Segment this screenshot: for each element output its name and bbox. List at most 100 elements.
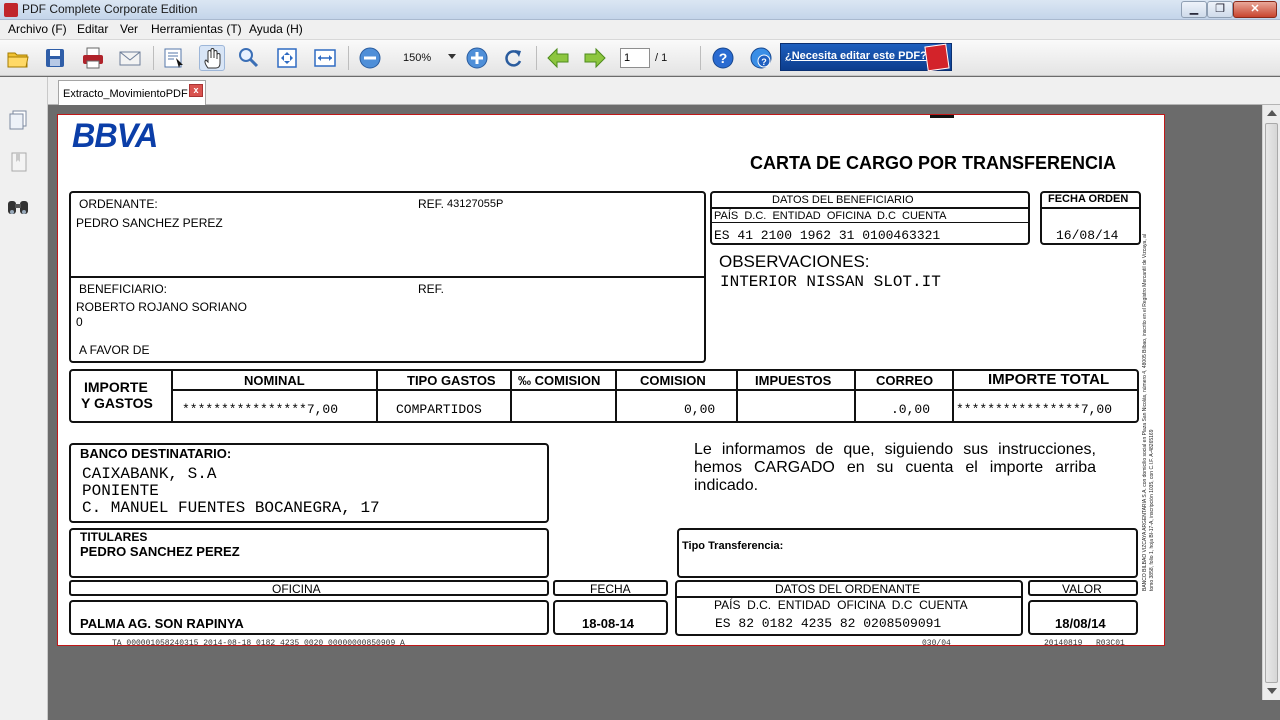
- page-mark: [930, 115, 954, 118]
- tipo-transferencia-label: Tipo Transferencia:: [682, 540, 784, 552]
- a-favor-de: A FAVOR DE: [79, 343, 150, 357]
- email-icon[interactable]: [117, 45, 143, 71]
- banco-label: BANCO DESTINATARIO:: [80, 446, 232, 461]
- col-permil-comision: ‰ COMISION: [518, 373, 601, 388]
- fecha-value: 18-08-14: [582, 616, 635, 631]
- menu-ver[interactable]: Ver: [120, 22, 138, 36]
- pdf-page: BBVA CARTA DE CARGO POR TRANSFERENCIA OR…: [57, 114, 1165, 648]
- toolbar: 150% / 1 ? ?: [0, 40, 1280, 76]
- col-nominal: NOMINAL: [244, 373, 305, 388]
- document-tab-strip: [48, 77, 1280, 105]
- footer-form: R03C01: [1096, 639, 1125, 648]
- select-text-icon[interactable]: [161, 45, 187, 71]
- edit-pdf-promo-banner[interactable]: ¿Necesita editar este PDF?: [780, 43, 952, 72]
- document-tab-label: Extracto_MovimientoPDF: [63, 88, 188, 100]
- scroll-up-arrow-icon[interactable]: [1267, 110, 1277, 116]
- footer-date: 20140819: [1044, 639, 1083, 648]
- col-tipo-gastos: TIPO GASTOS: [407, 373, 496, 388]
- divider: [711, 222, 1030, 223]
- divider: [736, 370, 738, 423]
- fecha-orden-label: FECHA ORDEN: [1048, 193, 1129, 205]
- web-help-globe-icon[interactable]: ?: [748, 45, 774, 71]
- importe-total-value: ****************7,00: [956, 402, 1113, 417]
- tipo-gastos-value: COMPARTIDOS: [396, 402, 482, 417]
- bbva-logo: BBVA: [72, 117, 158, 155]
- toolbar-separator: [700, 46, 701, 70]
- zoom-in-icon[interactable]: [464, 45, 490, 71]
- rotate-icon[interactable]: [500, 45, 526, 71]
- beneficiario-account: ES 41 2100 1962 31 0100463321: [714, 228, 941, 243]
- divider: [70, 276, 706, 278]
- zoom-dropdown-chevron-down-icon[interactable]: [448, 54, 456, 59]
- toolbar-separator: [153, 46, 154, 70]
- search-binoculars-icon[interactable]: [6, 195, 30, 222]
- beneficiario-label: BENEFICIARIO:: [79, 282, 168, 296]
- divider: [854, 370, 856, 423]
- beneficiario-ref-label: REF.: [418, 282, 445, 296]
- importe-side-label: IMPORTE: [84, 379, 148, 395]
- banco-line3: C. MANUEL FUENTES BOCANEGRA, 17: [82, 499, 380, 517]
- maximize-button[interactable]: ❐: [1207, 1, 1233, 18]
- save-icon[interactable]: [42, 45, 68, 71]
- scrollbar-thumb[interactable]: [1265, 123, 1278, 683]
- minimize-button[interactable]: ▁: [1181, 1, 1207, 18]
- ordenante-name: PEDRO SANCHEZ PEREZ: [76, 216, 223, 230]
- beneficiario-name: ROBERTO ROJANO SORIANO: [76, 300, 247, 314]
- ordenante-ref: 43127055P: [447, 198, 504, 210]
- menu-archivo[interactable]: Archivo (F): [8, 22, 67, 36]
- ordenante-label: ORDENANTE:: [79, 197, 158, 211]
- open-folder-icon[interactable]: [5, 45, 31, 71]
- datos-beneficiario-title: DATOS DEL BENEFICIARIO: [772, 194, 914, 206]
- zoom-tool-icon[interactable]: [235, 45, 261, 71]
- divider: [1041, 207, 1141, 209]
- document-tab[interactable]: Extracto_MovimientoPDF x: [58, 80, 206, 105]
- toolbar-separator: [348, 46, 349, 70]
- scroll-down-arrow-icon[interactable]: [1267, 688, 1277, 694]
- pdf-file-icon: [924, 43, 950, 72]
- print-icon[interactable]: [80, 45, 106, 71]
- banco-line1: CAIXABANK, S.A: [82, 465, 217, 483]
- observaciones-label: OBSERVACIONES:: [719, 252, 870, 271]
- menu-herramientas[interactable]: Herramientas (T): [151, 22, 242, 36]
- titulares-value: PEDRO SANCHEZ PEREZ: [80, 544, 240, 559]
- fit-page-icon[interactable]: [274, 45, 300, 71]
- zoom-out-icon[interactable]: [357, 45, 383, 71]
- menu-ayuda[interactable]: Ayuda (H): [249, 22, 303, 36]
- vertical-scrollbar[interactable]: [1262, 105, 1280, 700]
- previous-page-arrow-icon[interactable]: [545, 45, 571, 71]
- col-impuestos: IMPUESTOS: [755, 373, 832, 388]
- promo-link[interactable]: ¿Necesita editar este PDF?: [785, 50, 927, 62]
- fit-width-icon[interactable]: [312, 45, 338, 71]
- menu-editar[interactable]: Editar: [77, 22, 108, 36]
- pages-thumbnails-icon[interactable]: [8, 109, 30, 136]
- ordenante-account: ES 82 0182 4235 82 0208509091: [715, 616, 942, 631]
- valor-value: 18/08/14: [1055, 616, 1106, 631]
- svg-text:?: ?: [719, 50, 728, 66]
- divider: [952, 370, 954, 423]
- title-bar: PDF Complete Corporate Edition ▁ ❐ ✕: [0, 0, 1280, 20]
- next-page-arrow-icon[interactable]: [582, 45, 608, 71]
- divider: [172, 389, 1139, 391]
- valor-label: VALOR: [1062, 582, 1102, 596]
- close-window-button[interactable]: ✕: [1233, 1, 1277, 18]
- correo-value: .0,00: [891, 402, 931, 417]
- bookmarks-icon[interactable]: [8, 151, 30, 178]
- ordenante-ref-label: REF.: [418, 197, 445, 211]
- side-panel: [0, 77, 48, 720]
- toolbar-separator: [536, 46, 537, 70]
- document-heading: CARTA DE CARGO POR TRANSFERENCIA: [750, 153, 1117, 173]
- zoom-level[interactable]: 150%: [403, 52, 431, 64]
- divider: [711, 207, 1030, 209]
- col-comision: COMISION: [640, 373, 706, 388]
- datos-beneficiario-headers: PAÍS D.C. ENTIDAD OFICINA D.C CUENTA: [714, 210, 947, 222]
- titulares-label: TITULARES: [80, 530, 148, 544]
- banco-line2: PONIENTE: [82, 482, 159, 500]
- hand-tool-icon[interactable]: [199, 45, 225, 71]
- gastos-side-label: Y GASTOS: [81, 395, 153, 411]
- tab-close-icon[interactable]: x: [189, 84, 203, 97]
- app-icon: [4, 3, 18, 17]
- page-number-input[interactable]: [620, 48, 650, 68]
- window-title: PDF Complete Corporate Edition: [22, 2, 198, 16]
- oficina-value: PALMA AG. SON RAPINYA: [80, 616, 244, 631]
- help-icon[interactable]: ?: [710, 45, 736, 71]
